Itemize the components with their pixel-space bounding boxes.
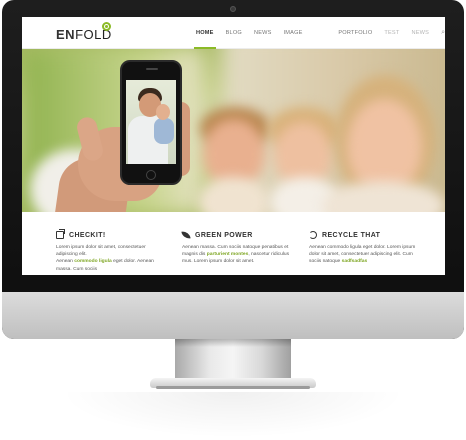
feature-title: GREEN POWER [195, 231, 253, 239]
feature-link[interactable]: commodo ligula [74, 259, 112, 264]
feature-text: Lorem ipsum dolor sit amet, consectetuer… [56, 244, 168, 273]
screen: ENFOLD HOME BLOG NEWS IMAGE SHORTCODE PO… [22, 17, 445, 275]
hero-image [22, 49, 445, 212]
monitor-stand-base-edge [156, 386, 310, 389]
feature-link[interactable]: sadfsadfas [342, 259, 368, 264]
feature-text-line: Aenean [56, 259, 75, 265]
nav-item-home[interactable]: HOME [190, 17, 220, 49]
feature-title: RECYCLE THAT [322, 231, 381, 239]
monitor-chin [2, 292, 464, 339]
nav-item-image-shortcode[interactable]: IMAGE SHORTCODE [278, 17, 333, 68]
feature-green-power: GREEN POWER Aenean massa. Cum sociis nat… [181, 230, 294, 266]
feature-text: Aenean massa. Cum sociis natoque penatib… [182, 244, 294, 266]
feature-title: CHECKIT! [69, 231, 106, 239]
site-header: ENFOLD HOME BLOG NEWS IMAGE SHORTCODE PO… [22, 17, 445, 68]
nav-item-news[interactable]: NEWS [248, 17, 278, 49]
feature-text: Aenean commodo ligula eget dolor. Lorem … [309, 244, 421, 266]
feature-link[interactable]: parturient montes [207, 252, 249, 257]
nav-item-news-2[interactable]: NEWS [405, 17, 435, 49]
feature-header: CHECKIT! [56, 229, 168, 240]
search-icon[interactable]: ⌕ [435, 17, 445, 49]
feature-text-line: Lorem ipsum dolor sit amet, consectetuer… [56, 245, 146, 258]
stage: ENFOLD HOME BLOG NEWS IMAGE SHORTCODE PO… [0, 0, 466, 440]
floor-reflection [60, 392, 406, 438]
monitor-stand-shadow [175, 339, 291, 347]
share-icon [56, 229, 65, 239]
feature-header: GREEN POWER [181, 230, 294, 240]
phone-photo-child-face [156, 104, 170, 120]
feature-checkit: CHECKIT! Lorem ipsum dolor sit amet, con… [56, 229, 168, 273]
nav-item-blog[interactable]: BLOG [220, 17, 248, 49]
phone-home-button [146, 170, 156, 180]
leaf-icon [181, 230, 191, 240]
features-section: CHECKIT! Lorem ipsum dolor sit amet, con… [22, 212, 445, 275]
feature-recycle-that: RECYCLE THAT Aenean commodo ligula eget … [309, 230, 421, 266]
recycle-icon [309, 231, 317, 239]
main-nav: HOME BLOG NEWS IMAGE SHORTCODE PORTFOLIO… [190, 17, 445, 68]
phone-screen-photo [126, 80, 176, 164]
logo-text-en: EN [56, 27, 76, 42]
logo-mark-icon [102, 22, 111, 31]
nav-item-test[interactable]: TEST [378, 17, 405, 49]
phone-speaker [146, 68, 158, 70]
feature-header: RECYCLE THAT [309, 230, 421, 240]
camera-icon [230, 6, 236, 12]
phone-photo-child-body [154, 118, 174, 144]
nav-item-portfolio[interactable]: PORTFOLIO [332, 17, 378, 49]
smartphone [120, 60, 182, 185]
